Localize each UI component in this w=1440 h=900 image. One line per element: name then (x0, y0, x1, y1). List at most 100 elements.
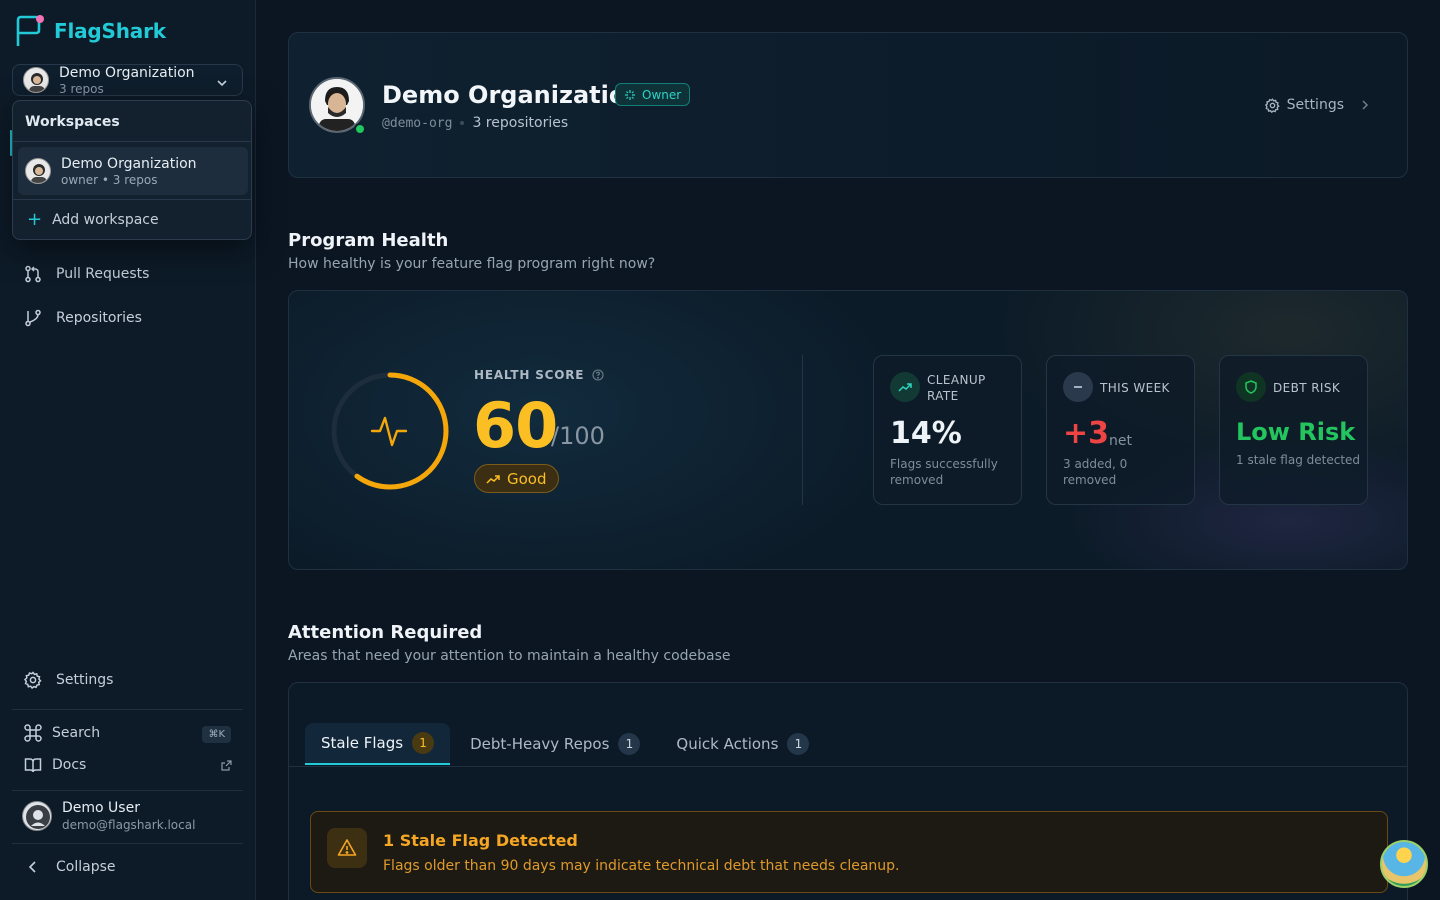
tab-label: Quick Actions (676, 735, 779, 753)
command-icon (24, 724, 42, 742)
divider (12, 790, 243, 791)
book-open-icon (24, 758, 42, 773)
sparkle-icon (625, 89, 635, 100)
sidebar-item-settings[interactable]: Settings (24, 671, 113, 689)
sidebar: FlagShark Demo Organization 3 repos Work… (0, 0, 256, 900)
collapse-label: Collapse (56, 859, 116, 875)
separator-dot (460, 121, 465, 125)
divider (12, 843, 243, 844)
user-profile[interactable]: Demo User demo@flagshark.local (22, 800, 195, 832)
page-title: Demo Organization (382, 81, 643, 109)
gear-icon (1264, 97, 1280, 113)
external-link-icon (221, 759, 232, 771)
gear-icon (24, 671, 42, 689)
trending-up-icon (890, 372, 920, 402)
tab-count-badge: 1 (412, 732, 435, 754)
attention-tabs: Stale Flags 1 Debt-Heavy Repos 1 Quick A… (305, 723, 829, 765)
divider (289, 766, 1407, 767)
divider (13, 199, 251, 200)
stat-value: +3 (1063, 416, 1110, 451)
minus-icon (1063, 372, 1093, 402)
brand-logo[interactable]: FlagShark (14, 14, 166, 48)
stat-card-debt-risk: DEBT RISK Low Risk 1 stale flag detected (1219, 355, 1368, 505)
org-avatar-small (23, 67, 49, 93)
sidebar-item-label: Repositories (56, 310, 142, 326)
health-score-value: 60 (473, 389, 558, 462)
brand-name: FlagShark (54, 19, 166, 43)
user-avatar (22, 801, 52, 831)
org-switcher-meta: 3 repos (59, 81, 104, 96)
health-score-label-text: HEALTH SCORE (474, 368, 585, 382)
floating-avatar-button[interactable] (1380, 840, 1428, 888)
collapse-sidebar-button[interactable]: Collapse (24, 858, 116, 876)
user-email: demo@flagshark.local (62, 818, 196, 832)
docs-link[interactable]: Docs (24, 756, 232, 774)
add-workspace-button[interactable]: + Add workspace (27, 211, 159, 229)
health-status-label: Good (507, 469, 547, 488)
org-switcher-name: Demo Organization (59, 64, 195, 81)
program-health-title: Program Health (288, 230, 449, 251)
attention-subtitle: Areas that need your attention to mainta… (288, 648, 731, 664)
divider (12, 709, 243, 710)
sidebar-item-repositories[interactable]: Repositories (24, 309, 142, 327)
sidebar-item-label: Settings (56, 672, 114, 688)
activity-icon (370, 416, 408, 447)
stat-label: THIS WEEK (1100, 381, 1170, 395)
stat-value: 14% (890, 416, 962, 451)
health-score-gauge (331, 372, 449, 490)
program-health-card: HEALTH SCORE 60 /100 Good CLEANUP RATE 1… (288, 290, 1408, 570)
stat-label: CLEANUP RATE (927, 373, 986, 403)
stat-description: 3 added, 0 removed (1063, 457, 1128, 487)
help-circle-icon[interactable] (592, 369, 604, 381)
tab-count-badge: 1 (618, 733, 641, 755)
org-switcher[interactable]: Demo Organization 3 repos (12, 64, 243, 96)
online-status-dot (354, 123, 366, 135)
org-settings-link[interactable]: Settings (1264, 97, 1371, 113)
git-pull-request-icon (25, 265, 41, 283)
flag-logo-icon (14, 14, 44, 48)
git-branch-icon (25, 309, 41, 327)
stale-flag-alert: 1 Stale Flag Detected Flags older than 9… (310, 811, 1388, 893)
sidebar-item-pull-requests[interactable]: Pull Requests (24, 265, 149, 283)
sidebar-item-label: Pull Requests (56, 266, 150, 282)
tab-label: Debt-Heavy Repos (470, 735, 610, 753)
tab-stale-flags[interactable]: Stale Flags 1 (305, 723, 451, 765)
workspace-item[interactable]: Demo Organization owner • 3 repos (18, 147, 248, 195)
stat-card-cleanup-rate: CLEANUP RATE 14% Flags successfully remo… (873, 355, 1022, 505)
stat-value: Low Risk (1236, 418, 1356, 446)
warning-triangle-icon (327, 828, 367, 868)
workspaces-header: Workspaces (13, 101, 251, 142)
workspace-name: Demo Organization (61, 155, 197, 172)
docs-label: Docs (52, 757, 87, 773)
org-meta: @demo-org 3 repositories (382, 115, 568, 131)
user-name: Demo User (62, 800, 140, 816)
workspaces-dropdown: Workspaces Demo Organization owner • 3 r… (12, 100, 252, 240)
chevron-right-icon (1362, 100, 1369, 110)
stat-description: Flags successfully removed (890, 457, 998, 487)
search-shortcut-badge: ⌘K (202, 726, 231, 743)
chevron-down-icon (216, 74, 228, 93)
workspace-avatar (25, 158, 51, 184)
trending-up-icon (486, 474, 500, 484)
tab-label: Stale Flags (321, 734, 404, 752)
alert-title: 1 Stale Flag Detected (383, 831, 578, 850)
add-workspace-label: Add workspace (52, 212, 159, 228)
program-health-subtitle: How healthy is your feature flag program… (288, 256, 656, 272)
org-settings-label: Settings (1286, 97, 1344, 113)
org-repo-count: 3 repositories (472, 115, 569, 131)
search-button[interactable]: Search (24, 724, 100, 742)
stat-card-this-week: THIS WEEK +3 net 3 added, 0 removed (1046, 355, 1195, 505)
attention-title: Attention Required (288, 622, 483, 643)
stat-label: DEBT RISK (1273, 381, 1341, 395)
org-header-card: Demo Organization Owner @demo-org 3 repo… (288, 32, 1408, 178)
plus-icon: + (27, 209, 43, 230)
search-label: Search (52, 725, 101, 741)
divider (802, 355, 803, 505)
health-score-label: HEALTH SCORE (474, 368, 604, 382)
attention-card: Stale Flags 1 Debt-Heavy Repos 1 Quick A… (288, 682, 1408, 900)
tab-debt-heavy-repos[interactable]: Debt-Heavy Repos 1 (454, 723, 656, 765)
alert-text: Flags older than 90 days may indicate te… (383, 858, 900, 874)
stat-unit: net (1109, 433, 1132, 449)
org-handle: @demo-org (382, 115, 453, 131)
tab-quick-actions[interactable]: Quick Actions 1 (660, 723, 825, 765)
